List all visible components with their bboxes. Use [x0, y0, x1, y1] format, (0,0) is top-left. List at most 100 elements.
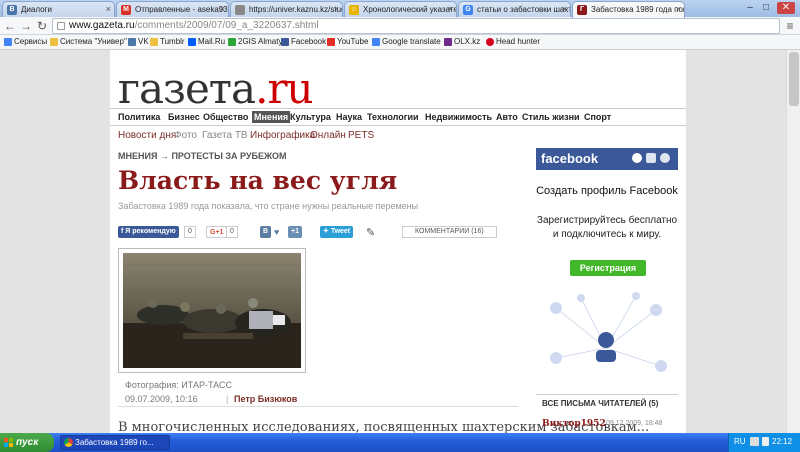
nav-item[interactable]: Бизнес — [168, 112, 200, 122]
subnav-item[interactable]: Онлайн — [310, 130, 346, 141]
bookmark-label: Система "Универ" — [60, 37, 127, 46]
forward-arrow-icon[interactable]: → — [19, 19, 33, 33]
close-tab-icon[interactable]: × — [448, 4, 453, 14]
youtube-icon — [327, 38, 335, 46]
article-photo[interactable] — [118, 248, 306, 373]
bookmark-label: Google translate — [382, 37, 441, 46]
clock: 22:12 — [772, 437, 793, 446]
reader-letters: ВСЕ ПИСЬМА ЧИТАТЕЛЕЙ (5) Виктор1952 09.1… — [536, 394, 678, 433]
menu-icon[interactable]: ≡ — [783, 19, 797, 33]
subnav-item[interactable]: Инфографика — [250, 130, 315, 141]
nav-item[interactable]: Наука — [336, 112, 362, 122]
scrollbar-thumb[interactable] — [789, 52, 799, 106]
subnav-item[interactable]: Газета ТВ — [202, 130, 248, 141]
bookmark-google-translate[interactable]: Google translate — [372, 37, 441, 46]
subnav-item[interactable]: PETS — [348, 130, 374, 141]
address-bar[interactable]: www.gazeta.ru/comments/2009/07/09_a_3220… — [52, 18, 780, 34]
browser-tab[interactable]: https://univer.kaznu.kz/stud... × — [230, 1, 343, 17]
divider — [118, 406, 518, 407]
miners-photo — [123, 253, 301, 368]
maximize-icon[interactable]: □ — [759, 2, 773, 14]
bookmark-youtube[interactable]: YouTube — [327, 37, 368, 46]
tab-title: https://univer.kaznu.kz/stud... — [249, 5, 343, 14]
comments-button[interactable]: КОММЕНТАРИИ (16) — [402, 226, 497, 238]
network-icon[interactable] — [750, 437, 759, 446]
bookmark-univer[interactable]: Система "Универ" — [50, 37, 127, 46]
letters-header[interactable]: ВСЕ ПИСЬМА ЧИТАТЕЛЕЙ (5) — [542, 399, 658, 408]
article-subtitle: Забастовка 1989 года показала, что стран… — [118, 201, 419, 211]
breadcrumb[interactable]: МНЕНИЯ → ПРОТЕСТЫ ЗА РУБЕЖОМ — [118, 151, 286, 161]
start-button[interactable]: пуск — [0, 433, 54, 452]
close-tab-icon[interactable]: × — [676, 4, 681, 14]
subnav-item[interactable]: Фото — [174, 130, 197, 141]
bookmark-2gis[interactable]: 2GIS Almaty — [228, 37, 282, 46]
nav-item[interactable]: Культура — [290, 112, 331, 122]
site-logo[interactable]: газета.ru — [118, 64, 314, 113]
letter-author[interactable]: Виктор1952 — [542, 419, 606, 429]
google-plus-button[interactable]: G+1 — [206, 226, 228, 238]
bookmark-ribbon-icon[interactable]: ✎ — [366, 226, 375, 239]
smiley-favicon-icon: ☺ — [349, 5, 359, 15]
messages-icon — [646, 153, 656, 163]
tweet-button[interactable]: ✦ Tweet — [320, 226, 354, 238]
close-tab-icon[interactable]: × — [106, 4, 111, 14]
reload-icon[interactable]: ↻ — [35, 19, 49, 33]
close-tab-icon[interactable]: × — [220, 4, 225, 14]
bookmark-headhunter[interactable]: Head hunter — [486, 37, 540, 46]
bookmark-vk[interactable]: VK — [128, 37, 149, 46]
2gis-icon — [228, 38, 236, 46]
bookmark-mailru[interactable]: Mail.Ru — [188, 37, 225, 46]
browser-tab-strip: В Диалоги × M Отправленные - aseka93@...… — [0, 0, 800, 18]
globe-icon — [660, 153, 670, 163]
friends-avatar-icon — [632, 153, 642, 163]
tweet-label: Tweet — [330, 228, 351, 235]
browser-tab[interactable]: M Отправленные - aseka93@... × — [116, 1, 229, 17]
close-window-icon[interactable]: ✕ — [777, 2, 795, 14]
bookmark-tumblr[interactable]: Tumblr — [150, 37, 185, 46]
subnav-item[interactable]: Новости дня — [118, 130, 176, 141]
google-favicon-icon: G — [463, 5, 473, 15]
minimize-icon[interactable]: – — [743, 2, 757, 14]
heart-icon: ♥ — [274, 227, 280, 237]
bookmark-label: YouTube — [337, 37, 369, 46]
nav-item[interactable]: Общество — [203, 112, 248, 122]
fb-register-button[interactable]: Регистрация — [570, 260, 646, 276]
bookmark-olx[interactable]: OLX.kz — [444, 37, 480, 46]
bookmark-facebook[interactable]: Facebook — [281, 37, 326, 46]
page-content: газета.ru Политика Бизнес Общество Мнени… — [110, 50, 686, 433]
author-link[interactable]: Петр Бизюков — [234, 394, 297, 404]
nav-item[interactable]: Спорт — [584, 112, 611, 122]
browser-tab-active[interactable]: Г Забастовка 1989 года пок... × — [572, 1, 685, 18]
bookmark-label: Сервисы — [14, 37, 48, 46]
facebook-ad[interactable]: facebook Создать профиль Facebook Зареги… — [536, 148, 678, 384]
facebook-like-button[interactable]: f Я рекомендую — [118, 226, 179, 238]
nav-item-active[interactable]: Мнения — [252, 111, 291, 123]
nav-item[interactable]: Авто — [496, 112, 518, 122]
vk-share-button[interactable]: В — [260, 226, 272, 238]
close-tab-icon[interactable]: × — [334, 4, 339, 14]
back-arrow-icon[interactable]: ← — [3, 19, 17, 33]
date-separator: | — [226, 394, 229, 404]
people-network-illustration — [550, 292, 667, 372]
bookmark-label: Mail.Ru — [198, 37, 226, 46]
facebook-logo: facebook — [541, 151, 599, 166]
nav-item[interactable]: Технологии — [367, 112, 419, 122]
vk-plus-button[interactable]: +1 — [288, 226, 302, 238]
browser-tab[interactable]: В Диалоги × — [2, 1, 115, 17]
nav-item[interactable]: Стиль жизни — [522, 112, 580, 122]
browser-tab[interactable]: G статьи о забастовки шахтер... × — [458, 1, 571, 17]
nav-item[interactable]: Политика — [118, 112, 160, 122]
chrome-icon — [64, 438, 73, 447]
bookmark-services[interactable]: Сервисы — [4, 37, 47, 46]
tab-title: Диалоги — [21, 5, 52, 14]
page-scrollbar[interactable] — [786, 50, 800, 433]
browser-tab[interactable]: ☺ Хронологический указатель... × — [344, 1, 457, 17]
social-buttons: f Я рекомендую 0 G+1 0 В ♥ +1 ✦ Tweet ✎ … — [118, 226, 518, 240]
taskbar-window-button[interactable]: Забастовка 1989 го... — [60, 435, 170, 450]
language-indicator[interactable]: RU — [734, 437, 746, 446]
logo-tld: .ru — [255, 64, 313, 113]
nav-item[interactable]: Недвижимость — [425, 112, 492, 122]
close-tab-icon[interactable]: × — [562, 4, 567, 14]
folder-icon — [150, 38, 158, 46]
volume-icon[interactable] — [762, 437, 769, 446]
